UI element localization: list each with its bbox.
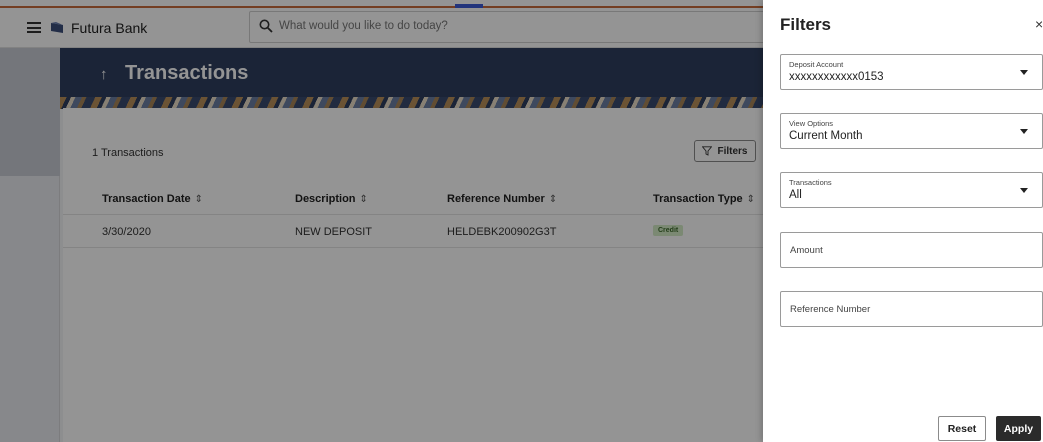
reference-placeholder: Reference Number	[790, 304, 871, 315]
amount-input[interactable]: Amount	[780, 232, 1043, 268]
field-label: Transactions	[789, 178, 832, 187]
modal-overlay[interactable]	[0, 0, 763, 442]
chevron-down-icon	[1020, 129, 1028, 134]
field-value: xxxxxxxxxxxx0153	[789, 71, 884, 83]
amount-placeholder: Amount	[790, 245, 823, 256]
reference-number-input[interactable]: Reference Number	[780, 291, 1043, 327]
apply-button[interactable]: Apply	[996, 416, 1041, 441]
view-options-select[interactable]: View Options Current Month	[780, 113, 1043, 149]
close-icon[interactable]: ×	[1035, 16, 1043, 32]
transactions-select[interactable]: Transactions All	[780, 172, 1043, 208]
field-label: View Options	[789, 119, 834, 128]
field-value: Current Month	[789, 130, 863, 142]
drawer-title: Filters	[780, 15, 832, 34]
app-background: Futura Bank What would you like to do to…	[0, 0, 763, 442]
reset-button[interactable]: Reset	[938, 416, 986, 441]
chevron-down-icon	[1020, 70, 1028, 75]
field-label: Deposit Account	[789, 60, 844, 69]
field-value: All	[789, 189, 802, 201]
chevron-down-icon	[1020, 188, 1028, 193]
deposit-account-select[interactable]: Deposit Account xxxxxxxxxxxx0153	[780, 54, 1043, 90]
filters-drawer: Filters × Deposit Account xxxxxxxxxxxx01…	[763, 0, 1043, 442]
